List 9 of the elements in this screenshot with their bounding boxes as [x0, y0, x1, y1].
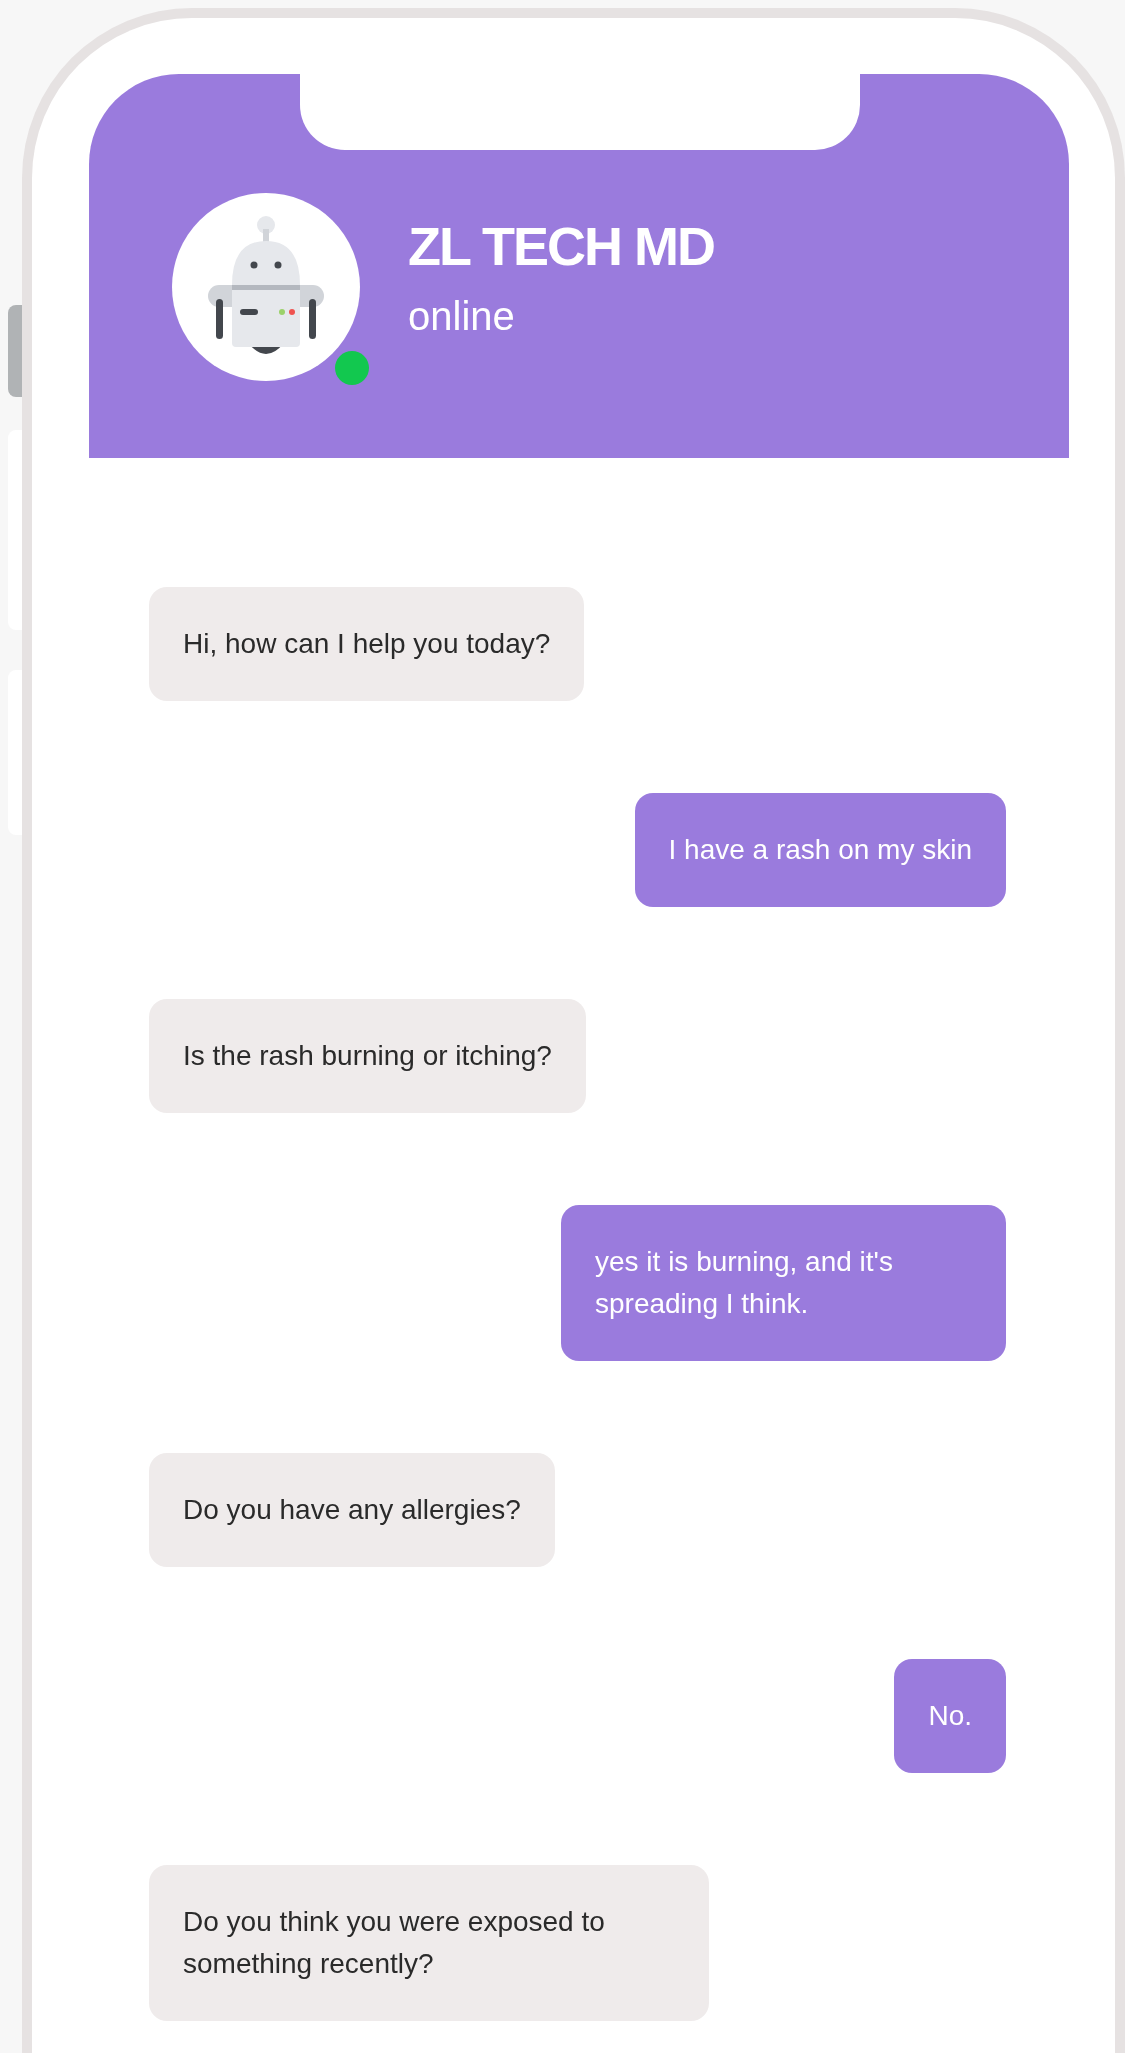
bot-message-bubble: Hi, how can I help you today? [149, 587, 585, 701]
bot-message-bubble: Do you have any allergies? [149, 1453, 555, 1567]
chat-status: online [408, 293, 516, 341]
user-message-bubble: I have a rash on my skin [634, 793, 1006, 907]
bot-message-bubble: Do you think you were exposed to something recently? [149, 1865, 709, 2021]
bot-message-bubble: Is the rash burning or itching? [149, 999, 586, 1113]
user-message-bubble: yes it is burning, and it's spreading I think. [561, 1205, 1006, 1361]
user-message-bubble: No. [894, 1659, 1006, 1773]
chat-title: ZL TECH MD [408, 217, 714, 277]
